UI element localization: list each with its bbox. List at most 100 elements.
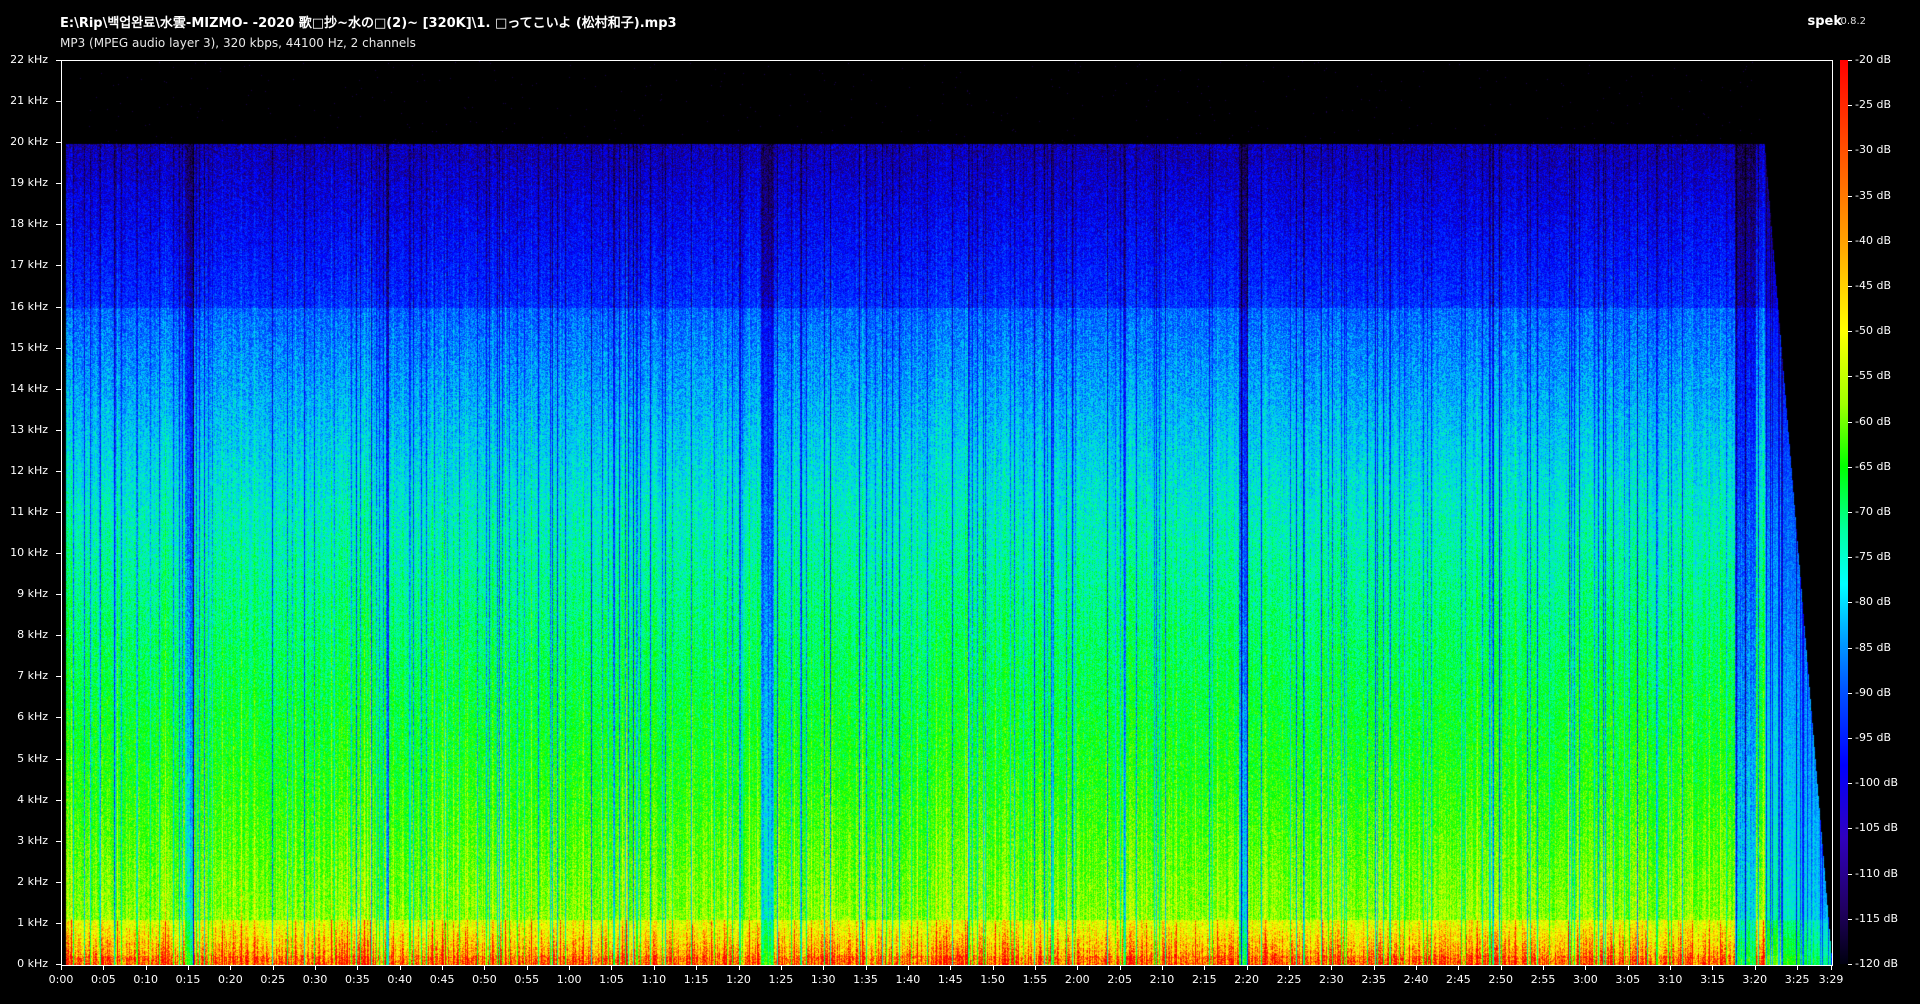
frequency-tick bbox=[56, 60, 61, 61]
time-tick bbox=[1543, 965, 1545, 970]
time-tick-label: 0:40 bbox=[387, 973, 413, 986]
db-tick bbox=[1848, 195, 1852, 197]
db-tick-label: -120 dB bbox=[1855, 957, 1898, 970]
frequency-tick-label: 3 kHz bbox=[17, 833, 48, 847]
time-tick bbox=[1585, 965, 1587, 970]
db-tick bbox=[1848, 150, 1852, 152]
db-tick bbox=[1848, 692, 1852, 694]
time-tick bbox=[907, 965, 909, 970]
time-tick bbox=[1831, 965, 1832, 970]
time-tick-label: 0:05 bbox=[90, 973, 116, 986]
time-tick bbox=[611, 965, 613, 970]
frequency-tick-label: 16 kHz bbox=[10, 299, 48, 313]
db-tick bbox=[1848, 240, 1852, 242]
frequency-tick bbox=[56, 347, 61, 349]
time-tick-label: 3:15 bbox=[1700, 973, 1725, 986]
time-tick bbox=[272, 965, 274, 970]
time-tick bbox=[484, 965, 486, 970]
time-tick bbox=[1034, 965, 1036, 970]
db-tick-label: -20 dB bbox=[1855, 53, 1891, 66]
frequency-tick-label: 1 kHz bbox=[17, 915, 48, 929]
frequency-tick-label: 12 kHz bbox=[10, 463, 48, 477]
db-tick bbox=[1848, 466, 1852, 468]
frequency-tick bbox=[56, 676, 61, 678]
frequency-tick-label: 13 kHz bbox=[10, 422, 48, 436]
spectrogram-area[interactable] bbox=[61, 60, 1833, 966]
time-tick bbox=[1119, 965, 1121, 970]
time-tick bbox=[1712, 965, 1714, 970]
time-tick bbox=[1670, 965, 1672, 970]
time-tick bbox=[1161, 965, 1163, 970]
frequency-tick bbox=[56, 265, 61, 267]
db-tick-label: -45 dB bbox=[1855, 279, 1891, 292]
time-tick-label: 0:10 bbox=[133, 973, 159, 986]
time-tick-label: 1:00 bbox=[556, 973, 582, 986]
db-tick bbox=[1848, 647, 1852, 649]
frequency-tick bbox=[56, 799, 61, 801]
time-tick bbox=[738, 965, 740, 970]
db-tick bbox=[1848, 60, 1852, 61]
frequency-tick bbox=[56, 881, 61, 883]
frequency-tick bbox=[56, 594, 61, 596]
time-tick-label: 0:20 bbox=[218, 973, 243, 986]
db-tick-label: -30 dB bbox=[1855, 143, 1891, 157]
time-tick-label: 0:35 bbox=[345, 973, 370, 986]
db-tick-label: -75 dB bbox=[1855, 550, 1891, 564]
frequency-tick-label: 10 kHz bbox=[10, 546, 48, 560]
time-tick-label: 0:30 bbox=[302, 973, 328, 986]
db-tick-label: -90 dB bbox=[1855, 685, 1891, 699]
time-tick-label: 2:00 bbox=[1064, 973, 1090, 986]
db-tick-label: -80 dB bbox=[1855, 595, 1891, 609]
frequency-tick bbox=[56, 224, 61, 226]
db-tick bbox=[1848, 512, 1852, 513]
time-tick bbox=[61, 965, 62, 970]
frequency-tick-label: 18 kHz bbox=[10, 217, 48, 231]
time-tick bbox=[865, 965, 867, 970]
db-tick bbox=[1848, 421, 1852, 423]
time-tick bbox=[1500, 965, 1502, 970]
time-tick-label: 1:30 bbox=[810, 973, 836, 986]
frequency-tick bbox=[56, 635, 61, 637]
db-tick bbox=[1848, 602, 1852, 604]
time-tick bbox=[526, 965, 528, 970]
frequency-tick bbox=[56, 470, 61, 472]
frequency-tick bbox=[56, 183, 61, 185]
db-tick bbox=[1848, 738, 1852, 739]
time-tick bbox=[315, 965, 317, 970]
frequency-tick bbox=[56, 306, 61, 308]
time-tick-label: 3:20 bbox=[1742, 973, 1768, 986]
time-tick-label: 2:45 bbox=[1446, 973, 1471, 986]
frequency-tick bbox=[56, 429, 61, 431]
db-tick bbox=[1848, 105, 1852, 107]
frequency-tick-label: 22 kHz bbox=[10, 53, 48, 66]
db-tick bbox=[1848, 828, 1852, 830]
time-tick bbox=[1797, 965, 1799, 970]
time-tick bbox=[103, 965, 105, 970]
time-tick-label: 2:35 bbox=[1361, 973, 1387, 986]
frequency-tick-label: 11 kHz bbox=[10, 505, 48, 518]
db-tick-label: -25 dB bbox=[1855, 98, 1891, 112]
db-tick bbox=[1848, 376, 1852, 378]
time-tick-label: 2:40 bbox=[1403, 973, 1429, 986]
time-tick-label: 1:05 bbox=[599, 973, 624, 986]
time-tick bbox=[399, 965, 401, 970]
db-tick bbox=[1848, 286, 1852, 287]
time-tick-label: 2:30 bbox=[1318, 973, 1344, 986]
time-tick-label: 2:50 bbox=[1488, 973, 1514, 986]
time-tick bbox=[1288, 965, 1290, 970]
time-tick bbox=[357, 965, 359, 970]
time-tick-label: 2:55 bbox=[1530, 973, 1556, 986]
frequency-tick bbox=[56, 840, 61, 842]
app-name: spek bbox=[1807, 14, 1842, 29]
time-tick bbox=[230, 965, 232, 970]
time-tick bbox=[696, 965, 698, 970]
frequency-tick-label: 15 kHz bbox=[10, 340, 48, 354]
time-tick bbox=[1458, 965, 1460, 970]
db-tick bbox=[1848, 783, 1852, 785]
time-tick-label: 1:35 bbox=[853, 973, 878, 986]
time-tick bbox=[1204, 965, 1206, 970]
frequency-tick-label: 8 kHz bbox=[17, 628, 48, 642]
db-tick-label: -40 dB bbox=[1855, 233, 1891, 247]
time-tick-label: 2:20 bbox=[1234, 973, 1259, 986]
time-tick bbox=[1246, 965, 1248, 970]
